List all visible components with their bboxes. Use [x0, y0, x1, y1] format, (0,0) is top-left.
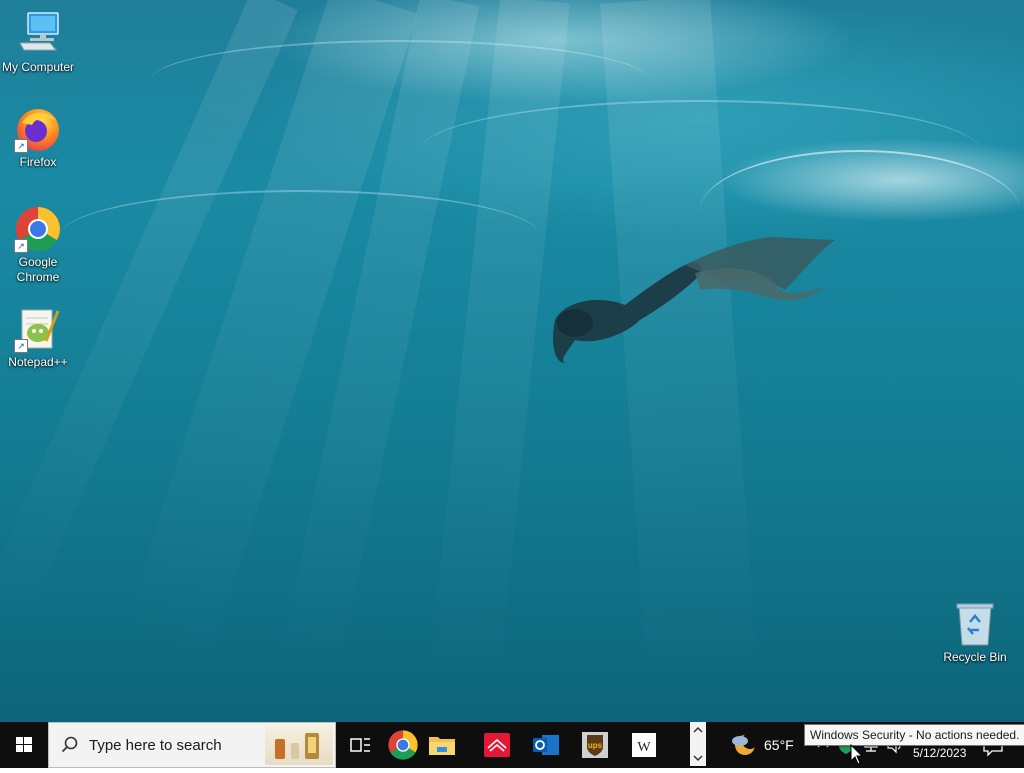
- task-view-icon: [350, 738, 370, 752]
- desktop-icon-recycle-bin[interactable]: Recycle Bin: [937, 600, 1013, 665]
- notepad-plus-plus-icon: ↗: [14, 305, 62, 353]
- windows-logo-icon: [16, 737, 32, 752]
- outlook-icon: [533, 735, 559, 755]
- shortcut-arrow-icon: ↗: [14, 139, 28, 153]
- search-box[interactable]: Type here to search: [48, 722, 336, 768]
- start-button[interactable]: [0, 722, 48, 768]
- surface-wave: [60, 190, 540, 282]
- desktop-icon-notepad-plus-plus[interactable]: ↗ Notepad++: [0, 305, 76, 370]
- windows-security-tooltip: Windows Security - No actions needed.: [804, 724, 1024, 746]
- svg-text:W: W: [637, 740, 651, 755]
- taskbar-scroll-buttons[interactable]: [690, 722, 708, 768]
- chevron-up-down-icon: [693, 726, 703, 762]
- task-view-button[interactable]: [337, 722, 383, 768]
- partly-cloudy-night-icon: [732, 733, 758, 755]
- wikipedia-icon: W: [632, 733, 656, 757]
- desktop-icon-label: Notepad++: [8, 355, 68, 369]
- shortcut-arrow-icon: ↗: [14, 339, 28, 353]
- bank-of-america-icon: [484, 733, 510, 757]
- desktop-icon-label: My Computer: [1, 60, 75, 74]
- mouse-cursor-icon: [850, 744, 864, 765]
- taskbar-outlook[interactable]: [523, 722, 569, 768]
- firefox-icon: ↗: [14, 105, 62, 153]
- taskbar-bank-of-america[interactable]: [474, 722, 520, 768]
- taskbar-ups[interactable]: ups: [572, 722, 618, 768]
- svg-text:ups: ups: [588, 741, 603, 750]
- search-highlight-illustration: [265, 725, 333, 765]
- search-placeholder: Type here to search: [89, 737, 222, 754]
- desktop-icon-my-computer[interactable]: My Computer: [0, 10, 76, 75]
- taskbar-file-explorer[interactable]: [419, 722, 465, 768]
- chrome-icon: ↗: [14, 205, 62, 253]
- taskbar-wikipedia[interactable]: W: [621, 722, 667, 768]
- shortcut-arrow-icon: ↗: [14, 239, 28, 253]
- recycle-bin-icon: [951, 600, 999, 648]
- ups-icon: ups: [582, 732, 608, 758]
- clock-date: 5/12/2023: [913, 746, 967, 760]
- chrome-icon: [388, 730, 418, 760]
- weather-widget[interactable]: 65°F: [728, 722, 798, 768]
- desktop-icon-firefox[interactable]: ↗ Firefox: [0, 105, 76, 170]
- freediver-silhouette: [553, 237, 835, 363]
- computer-icon: [14, 10, 62, 58]
- desktop-icon-label: Google Chrome: [16, 255, 60, 284]
- search-icon: [61, 736, 78, 753]
- desktop-wallpaper: [0, 0, 1024, 722]
- desktop-icon-label: Recycle Bin: [943, 650, 1007, 664]
- folder-icon: [429, 737, 455, 755]
- desktop-icon-google-chrome[interactable]: ↗ Google Chrome: [0, 205, 76, 285]
- desktop-icon-label: Firefox: [19, 155, 57, 169]
- weather-temperature: 65°F: [764, 737, 794, 753]
